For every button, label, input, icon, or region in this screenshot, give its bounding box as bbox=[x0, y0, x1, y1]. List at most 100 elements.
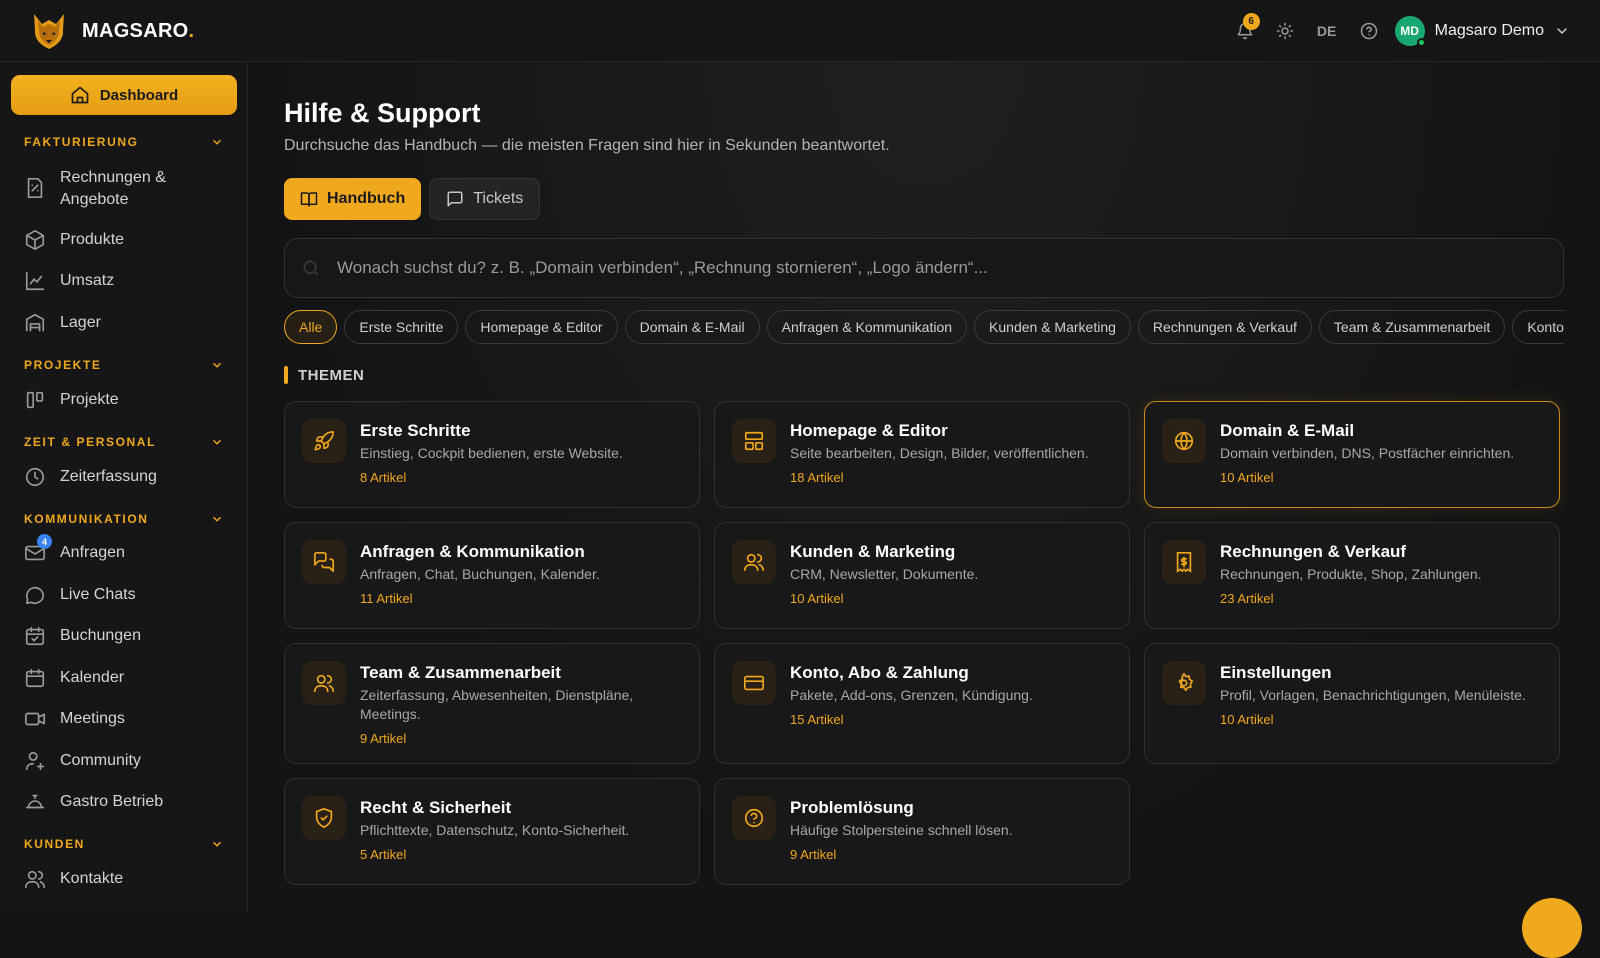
chevron-down-icon bbox=[212, 439, 222, 445]
video-icon bbox=[24, 708, 46, 730]
chart-line-icon bbox=[24, 270, 46, 292]
chevron-down-icon bbox=[1557, 28, 1567, 35]
notifications-button[interactable]: 6 bbox=[1225, 12, 1265, 50]
tabs: Handbuch Tickets bbox=[284, 178, 541, 220]
help-button[interactable] bbox=[1349, 12, 1389, 50]
topic-card-domain-email[interactable]: Domain & E-Mail Domain verbinden, DNS, P… bbox=[1144, 401, 1560, 508]
tab-handbuch[interactable]: Handbuch bbox=[284, 178, 422, 220]
box-icon bbox=[24, 229, 46, 251]
sidebar-section-kommunikation[interactable]: KOMMUNIKATION bbox=[24, 512, 224, 526]
sidebar: Dashboard FAKTURIERUNG Rechnungen & Ange… bbox=[0, 62, 248, 911]
chip-homepage-editor[interactable]: Homepage & Editor bbox=[465, 310, 618, 344]
search-input[interactable] bbox=[337, 258, 1537, 278]
top-bar: MAGSARO. 6 DE MD Magsaro Demo bbox=[0, 0, 1600, 62]
topic-card-konto-abo-zahlung[interactable]: Konto, Abo & Zahlung Pakete, Add-ons, Gr… bbox=[714, 643, 1130, 764]
category-chips: Alle Erste Schritte Homepage & Editor Do… bbox=[284, 310, 1564, 344]
community-icon bbox=[24, 750, 46, 772]
layout-icon bbox=[732, 419, 776, 463]
sidebar-item-umsatz[interactable]: Umsatz bbox=[24, 270, 234, 292]
topic-card-anfragen-kommunikation[interactable]: Anfragen & Kommunikation Anfragen, Chat,… bbox=[284, 522, 700, 629]
topic-card-homepage-editor[interactable]: Homepage & Editor Seite bearbeiten, Desi… bbox=[714, 401, 1130, 508]
topic-card-kunden-marketing[interactable]: Kunden & Marketing CRM, Newsletter, Doku… bbox=[714, 522, 1130, 629]
sidebar-item-zeiterfassung[interactable]: Zeiterfassung bbox=[24, 466, 234, 488]
contacts-icon bbox=[24, 868, 46, 890]
online-indicator bbox=[1416, 38, 1426, 47]
sidebar-item-rechnungen[interactable]: Rechnungen & Angebote bbox=[24, 167, 234, 211]
sidebar-item-produkte[interactable]: Produkte bbox=[24, 229, 234, 251]
chevron-down-icon bbox=[212, 841, 222, 847]
user-name: Magsaro Demo bbox=[1434, 22, 1544, 39]
sun-icon bbox=[1276, 22, 1293, 40]
credit-card-icon bbox=[732, 661, 776, 705]
dashboard-button[interactable]: Dashboard bbox=[11, 75, 237, 115]
help-circle-icon bbox=[732, 796, 776, 840]
topic-card-erste-schritte[interactable]: Erste Schritte Einstieg, Cockpit bediene… bbox=[284, 401, 700, 508]
chip-rechnungen-verkauf[interactable]: Rechnungen & Verkauf bbox=[1137, 310, 1312, 344]
chevron-down-icon bbox=[212, 139, 222, 145]
accent-bar bbox=[284, 366, 288, 384]
chip-konto[interactable]: Konto, Abo & Zahlung bbox=[1512, 310, 1564, 344]
topic-card-einstellungen[interactable]: Einstellungen Profil, Vorlagen, Benachri… bbox=[1144, 643, 1560, 764]
tab-tickets[interactable]: Tickets bbox=[429, 178, 541, 220]
chip-erste-schritte[interactable]: Erste Schritte bbox=[344, 310, 459, 344]
chip-kunden-marketing[interactable]: Kunden & Marketing bbox=[974, 310, 1131, 344]
book-open-icon bbox=[300, 192, 318, 207]
anfragen-count-badge: 4 bbox=[37, 534, 52, 549]
search-icon bbox=[285, 258, 337, 278]
calendar-icon bbox=[24, 667, 46, 689]
message-square-icon bbox=[447, 191, 463, 207]
sidebar-section-projekte[interactable]: PROJEKTE bbox=[24, 358, 224, 372]
calendar-check-icon bbox=[24, 625, 46, 647]
sidebar-item-community[interactable]: Community bbox=[24, 750, 234, 772]
sidebar-item-live-chats[interactable]: Live Chats bbox=[24, 584, 234, 606]
user-menu[interactable]: MD Magsaro Demo bbox=[1394, 16, 1570, 47]
help-circle-icon bbox=[1360, 22, 1377, 40]
avatar: MD bbox=[1394, 16, 1426, 47]
sidebar-item-kontakte[interactable]: Kontakte bbox=[24, 868, 234, 890]
invoice-icon bbox=[24, 177, 46, 199]
topic-card-team-zusammenarbeit[interactable]: Team & Zusammenarbeit Zeiterfassung, Abw… bbox=[284, 643, 700, 764]
sidebar-item-meetings[interactable]: Meetings bbox=[24, 708, 234, 730]
language-switch[interactable]: DE bbox=[1305, 23, 1349, 39]
floating-help-button[interactable] bbox=[1522, 898, 1582, 958]
rocket-icon bbox=[302, 419, 346, 463]
sidebar-section-fakturierung[interactable]: FAKTURIERUNG bbox=[24, 135, 224, 149]
page-title: Hilfe & Support bbox=[284, 98, 481, 128]
chevron-down-icon bbox=[212, 516, 222, 522]
mail-icon: 4 bbox=[24, 534, 52, 564]
topic-grid: Erste Schritte Einstieg, Cockpit bediene… bbox=[284, 401, 1560, 885]
users-icon bbox=[732, 540, 776, 584]
warehouse-icon bbox=[24, 312, 46, 334]
cloche-icon bbox=[24, 791, 46, 813]
sidebar-section-kunden[interactable]: KUNDEN bbox=[24, 837, 224, 851]
top-actions: 6 DE MD Magsaro Demo bbox=[1225, 12, 1570, 50]
main-content: Hilfe & Support Durchsuche das Handbuch … bbox=[248, 62, 1600, 911]
sidebar-item-kalender[interactable]: Kalender bbox=[24, 667, 234, 689]
messages-icon bbox=[302, 540, 346, 584]
team-icon bbox=[302, 661, 346, 705]
sidebar-item-gastro[interactable]: Gastro Betrieb bbox=[24, 791, 234, 813]
sidebar-item-lager[interactable]: Lager bbox=[24, 312, 234, 334]
sidebar-item-buchungen[interactable]: Buchungen bbox=[24, 625, 234, 647]
chip-anfragen-kommunikation[interactable]: Anfragen & Kommunikation bbox=[766, 310, 968, 344]
topic-card-rechnungen-verkauf[interactable]: Rechnungen & Verkauf Rechnungen, Produkt… bbox=[1144, 522, 1560, 629]
section-heading: THEMEN bbox=[284, 366, 364, 384]
topic-card-recht-sicherheit[interactable]: Recht & Sicherheit Pflichttexte, Datensc… bbox=[284, 778, 700, 885]
theme-toggle-button[interactable] bbox=[1265, 12, 1305, 50]
brand-name: MAGSARO. bbox=[82, 19, 195, 42]
chip-team-zusammenarbeit[interactable]: Team & Zusammenarbeit bbox=[1318, 310, 1506, 344]
search-bar bbox=[284, 238, 1564, 298]
shield-icon bbox=[302, 796, 346, 840]
chevron-down-icon bbox=[212, 362, 222, 368]
topic-card-problemloesung[interactable]: Problemlösung Häufige Stolpersteine schn… bbox=[714, 778, 1130, 885]
chip-alle[interactable]: Alle bbox=[284, 310, 338, 344]
sidebar-item-projekte[interactable]: Projekte bbox=[24, 389, 234, 411]
sidebar-section-zeit[interactable]: ZEIT & PERSONAL bbox=[24, 435, 224, 449]
brand[interactable]: MAGSARO. bbox=[28, 10, 194, 52]
chat-icon bbox=[24, 584, 46, 606]
globe-icon bbox=[1162, 419, 1206, 463]
kanban-icon bbox=[24, 389, 46, 411]
sidebar-item-anfragen[interactable]: 4 Anfragen bbox=[24, 534, 234, 564]
gear-icon bbox=[1162, 661, 1206, 705]
chip-domain-email[interactable]: Domain & E-Mail bbox=[624, 310, 760, 344]
